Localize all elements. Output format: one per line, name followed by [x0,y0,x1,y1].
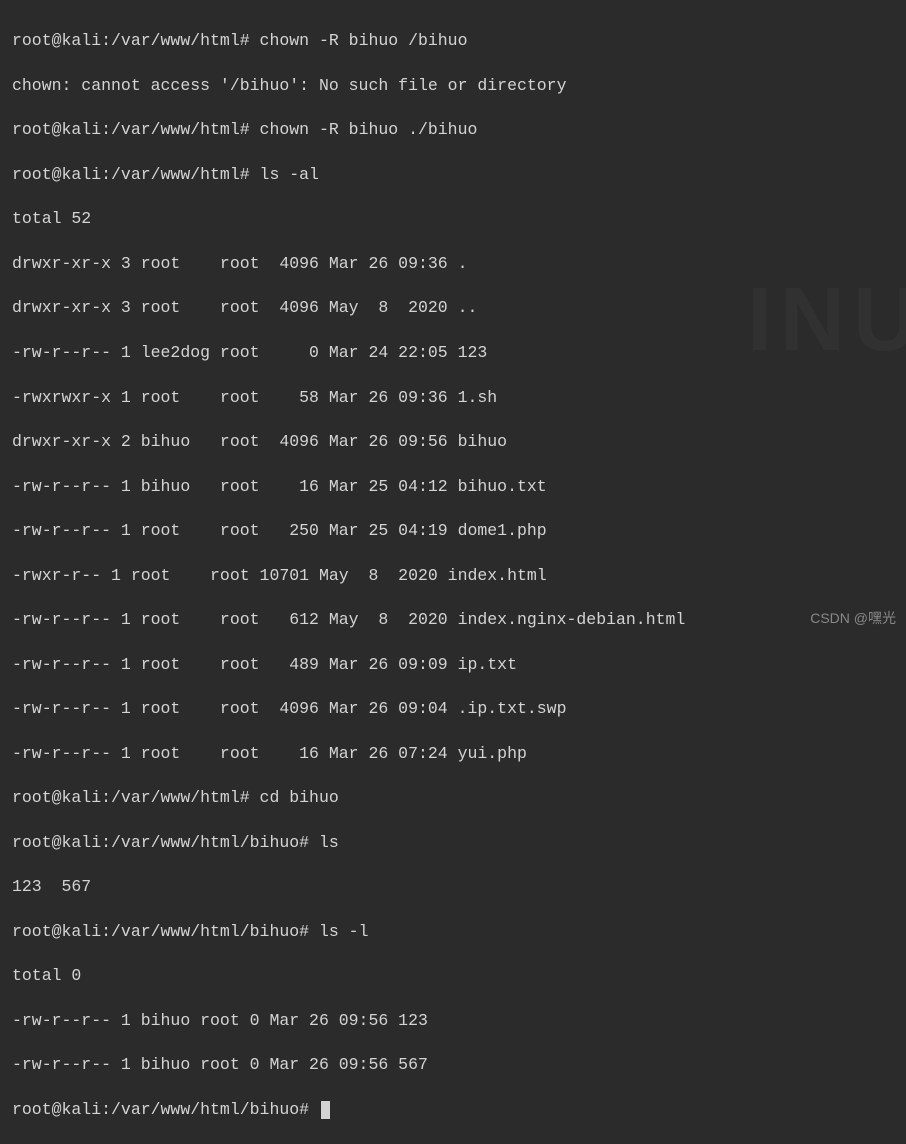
ls-entry: -rw-r--r-- 1 bihuo root 0 Mar 26 09:56 5… [12,1054,894,1076]
ls-entry: -rw-r--r-- 1 root root 612 May 8 2020 in… [12,609,894,631]
cursor-icon[interactable] [321,1101,330,1119]
terminal-line: total 0 [12,965,894,987]
shell-prompt: root@kali:/var/www/html# [12,165,250,184]
terminal-line: 123 567 [12,876,894,898]
ls-entry: drwxr-xr-x 3 root root 4096 Mar 26 09:36… [12,253,894,275]
terminal-line: root@kali:/var/www/html/bihuo# ls -l [12,921,894,943]
ls-entry: -rwxr-r-- 1 root root 10701 May 8 2020 i… [12,565,894,587]
shell-prompt: root@kali:/var/www/html/bihuo# [12,1100,309,1119]
ls-entry: -rw-r--r-- 1 root root 16 Mar 26 07:24 y… [12,743,894,765]
terminal-line: root@kali:/var/www/html# cd bihuo [12,787,894,809]
command-text: ls -l [319,922,369,941]
ls-entry: -rw-r--r-- 1 bihuo root 16 Mar 25 04:12 … [12,476,894,498]
ls-entry: -rw-r--r-- 1 lee2dog root 0 Mar 24 22:05… [12,342,894,364]
terminal-line: root@kali:/var/www/html/bihuo# ls [12,832,894,854]
shell-prompt: root@kali:/var/www/html# [12,788,250,807]
terminal-line: root@kali:/var/www/html# chown -R bihuo … [12,119,894,141]
shell-prompt: root@kali:/var/www/html# [12,120,250,139]
ls-entry: -rw-r--r-- 1 root root 489 Mar 26 09:09 … [12,654,894,676]
terminal-line: chown: cannot access '/bihuo': No such f… [12,75,894,97]
shell-prompt: root@kali:/var/www/html/bihuo# [12,922,309,941]
command-text: chown -R bihuo ./bihuo [260,120,478,139]
ls-entry: -rwxrwxr-x 1 root root 58 Mar 26 09:36 1… [12,387,894,409]
terminal-output[interactable]: root@kali:/var/www/html# chown -R bihuo … [12,8,894,1144]
ls-entry: drwxr-xr-x 3 root root 4096 May 8 2020 .… [12,297,894,319]
ls-entry: -rw-r--r-- 1 root root 250 Mar 25 04:19 … [12,520,894,542]
command-text: ls -al [260,165,319,184]
terminal-line: root@kali:/var/www/html# chown -R bihuo … [12,30,894,52]
ls-entry: drwxr-xr-x 2 bihuo root 4096 Mar 26 09:5… [12,431,894,453]
ls-entry: -rw-r--r-- 1 root root 4096 Mar 26 09:04… [12,698,894,720]
command-text: cd bihuo [260,788,339,807]
terminal-line: total 52 [12,208,894,230]
terminal-line: root@kali:/var/www/html# ls -al [12,164,894,186]
shell-prompt: root@kali:/var/www/html# [12,31,250,50]
command-text: chown -R bihuo /bihuo [260,31,468,50]
ls-entry: -rw-r--r-- 1 bihuo root 0 Mar 26 09:56 1… [12,1010,894,1032]
terminal-line: root@kali:/var/www/html/bihuo# [12,1099,894,1121]
shell-prompt: root@kali:/var/www/html/bihuo# [12,833,309,852]
command-text: ls [319,833,339,852]
